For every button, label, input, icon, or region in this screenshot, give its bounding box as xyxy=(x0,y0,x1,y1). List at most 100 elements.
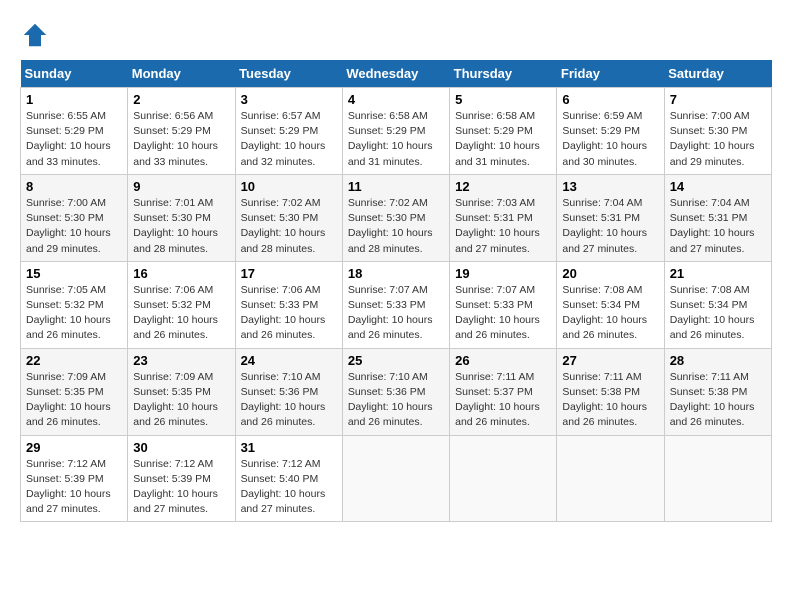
day-number: 2 xyxy=(133,92,229,107)
calendar-week-row: 15 Sunrise: 7:05 AMSunset: 5:32 PMDaylig… xyxy=(21,261,772,348)
calendar-cell: 25 Sunrise: 7:10 AMSunset: 5:36 PMDaylig… xyxy=(342,348,449,435)
calendar-cell xyxy=(557,435,664,522)
day-info: Sunrise: 7:11 AMSunset: 5:38 PMDaylight:… xyxy=(670,371,755,429)
day-number: 12 xyxy=(455,179,551,194)
day-info: Sunrise: 7:12 AMSunset: 5:39 PMDaylight:… xyxy=(133,458,218,516)
calendar-week-row: 29 Sunrise: 7:12 AMSunset: 5:39 PMDaylig… xyxy=(21,435,772,522)
calendar-cell: 28 Sunrise: 7:11 AMSunset: 5:38 PMDaylig… xyxy=(664,348,771,435)
header-monday: Monday xyxy=(128,60,235,88)
day-info: Sunrise: 6:55 AMSunset: 5:29 PMDaylight:… xyxy=(26,110,111,168)
page-header xyxy=(20,20,772,50)
calendar-cell: 2 Sunrise: 6:56 AMSunset: 5:29 PMDayligh… xyxy=(128,88,235,175)
day-info: Sunrise: 7:11 AMSunset: 5:38 PMDaylight:… xyxy=(562,371,647,429)
day-number: 23 xyxy=(133,353,229,368)
calendar-cell: 10 Sunrise: 7:02 AMSunset: 5:30 PMDaylig… xyxy=(235,174,342,261)
calendar-table: Sunday Monday Tuesday Wednesday Thursday… xyxy=(20,60,772,522)
day-info: Sunrise: 7:07 AMSunset: 5:33 PMDaylight:… xyxy=(348,284,433,342)
header-friday: Friday xyxy=(557,60,664,88)
day-info: Sunrise: 7:08 AMSunset: 5:34 PMDaylight:… xyxy=(670,284,755,342)
calendar-cell: 12 Sunrise: 7:03 AMSunset: 5:31 PMDaylig… xyxy=(450,174,557,261)
calendar-week-row: 8 Sunrise: 7:00 AMSunset: 5:30 PMDayligh… xyxy=(21,174,772,261)
calendar-cell: 29 Sunrise: 7:12 AMSunset: 5:39 PMDaylig… xyxy=(21,435,128,522)
calendar-cell: 11 Sunrise: 7:02 AMSunset: 5:30 PMDaylig… xyxy=(342,174,449,261)
day-info: Sunrise: 6:56 AMSunset: 5:29 PMDaylight:… xyxy=(133,110,218,168)
calendar-cell: 19 Sunrise: 7:07 AMSunset: 5:33 PMDaylig… xyxy=(450,261,557,348)
header-sunday: Sunday xyxy=(21,60,128,88)
calendar-cell xyxy=(342,435,449,522)
day-info: Sunrise: 7:08 AMSunset: 5:34 PMDaylight:… xyxy=(562,284,647,342)
day-info: Sunrise: 7:05 AMSunset: 5:32 PMDaylight:… xyxy=(26,284,111,342)
day-number: 6 xyxy=(562,92,658,107)
day-info: Sunrise: 7:00 AMSunset: 5:30 PMDaylight:… xyxy=(26,197,111,255)
logo-icon xyxy=(20,20,50,50)
day-number: 30 xyxy=(133,440,229,455)
day-info: Sunrise: 7:01 AMSunset: 5:30 PMDaylight:… xyxy=(133,197,218,255)
day-info: Sunrise: 7:09 AMSunset: 5:35 PMDaylight:… xyxy=(26,371,111,429)
day-number: 13 xyxy=(562,179,658,194)
calendar-cell: 22 Sunrise: 7:09 AMSunset: 5:35 PMDaylig… xyxy=(21,348,128,435)
calendar-cell: 21 Sunrise: 7:08 AMSunset: 5:34 PMDaylig… xyxy=(664,261,771,348)
day-info: Sunrise: 7:04 AMSunset: 5:31 PMDaylight:… xyxy=(670,197,755,255)
day-info: Sunrise: 6:59 AMSunset: 5:29 PMDaylight:… xyxy=(562,110,647,168)
logo xyxy=(20,20,52,50)
day-info: Sunrise: 7:10 AMSunset: 5:36 PMDaylight:… xyxy=(241,371,326,429)
day-info: Sunrise: 6:57 AMSunset: 5:29 PMDaylight:… xyxy=(241,110,326,168)
calendar-cell: 4 Sunrise: 6:58 AMSunset: 5:29 PMDayligh… xyxy=(342,88,449,175)
day-info: Sunrise: 7:06 AMSunset: 5:33 PMDaylight:… xyxy=(241,284,326,342)
day-info: Sunrise: 6:58 AMSunset: 5:29 PMDaylight:… xyxy=(455,110,540,168)
day-number: 18 xyxy=(348,266,444,281)
calendar-cell: 6 Sunrise: 6:59 AMSunset: 5:29 PMDayligh… xyxy=(557,88,664,175)
calendar-cell: 15 Sunrise: 7:05 AMSunset: 5:32 PMDaylig… xyxy=(21,261,128,348)
calendar-cell xyxy=(450,435,557,522)
day-number: 29 xyxy=(26,440,122,455)
day-number: 27 xyxy=(562,353,658,368)
calendar-cell: 26 Sunrise: 7:11 AMSunset: 5:37 PMDaylig… xyxy=(450,348,557,435)
day-number: 15 xyxy=(26,266,122,281)
day-number: 17 xyxy=(241,266,337,281)
calendar-cell: 30 Sunrise: 7:12 AMSunset: 5:39 PMDaylig… xyxy=(128,435,235,522)
calendar-cell: 24 Sunrise: 7:10 AMSunset: 5:36 PMDaylig… xyxy=(235,348,342,435)
calendar-cell: 31 Sunrise: 7:12 AMSunset: 5:40 PMDaylig… xyxy=(235,435,342,522)
day-info: Sunrise: 7:00 AMSunset: 5:30 PMDaylight:… xyxy=(670,110,755,168)
day-number: 5 xyxy=(455,92,551,107)
header-wednesday: Wednesday xyxy=(342,60,449,88)
calendar-cell: 17 Sunrise: 7:06 AMSunset: 5:33 PMDaylig… xyxy=(235,261,342,348)
day-number: 3 xyxy=(241,92,337,107)
day-info: Sunrise: 7:11 AMSunset: 5:37 PMDaylight:… xyxy=(455,371,540,429)
header-thursday: Thursday xyxy=(450,60,557,88)
day-info: Sunrise: 7:02 AMSunset: 5:30 PMDaylight:… xyxy=(348,197,433,255)
day-info: Sunrise: 7:04 AMSunset: 5:31 PMDaylight:… xyxy=(562,197,647,255)
day-info: Sunrise: 7:03 AMSunset: 5:31 PMDaylight:… xyxy=(455,197,540,255)
day-info: Sunrise: 7:12 AMSunset: 5:39 PMDaylight:… xyxy=(26,458,111,516)
header-saturday: Saturday xyxy=(664,60,771,88)
day-number: 28 xyxy=(670,353,766,368)
day-info: Sunrise: 7:10 AMSunset: 5:36 PMDaylight:… xyxy=(348,371,433,429)
calendar-cell: 27 Sunrise: 7:11 AMSunset: 5:38 PMDaylig… xyxy=(557,348,664,435)
day-number: 26 xyxy=(455,353,551,368)
day-number: 31 xyxy=(241,440,337,455)
day-number: 8 xyxy=(26,179,122,194)
calendar-cell: 20 Sunrise: 7:08 AMSunset: 5:34 PMDaylig… xyxy=(557,261,664,348)
calendar-cell: 8 Sunrise: 7:00 AMSunset: 5:30 PMDayligh… xyxy=(21,174,128,261)
day-number: 10 xyxy=(241,179,337,194)
calendar-week-row: 1 Sunrise: 6:55 AMSunset: 5:29 PMDayligh… xyxy=(21,88,772,175)
day-info: Sunrise: 7:02 AMSunset: 5:30 PMDaylight:… xyxy=(241,197,326,255)
calendar-cell: 5 Sunrise: 6:58 AMSunset: 5:29 PMDayligh… xyxy=(450,88,557,175)
calendar-cell: 7 Sunrise: 7:00 AMSunset: 5:30 PMDayligh… xyxy=(664,88,771,175)
day-info: Sunrise: 7:09 AMSunset: 5:35 PMDaylight:… xyxy=(133,371,218,429)
day-number: 19 xyxy=(455,266,551,281)
day-info: Sunrise: 6:58 AMSunset: 5:29 PMDaylight:… xyxy=(348,110,433,168)
calendar-cell: 1 Sunrise: 6:55 AMSunset: 5:29 PMDayligh… xyxy=(21,88,128,175)
day-number: 11 xyxy=(348,179,444,194)
day-number: 14 xyxy=(670,179,766,194)
day-number: 25 xyxy=(348,353,444,368)
day-number: 4 xyxy=(348,92,444,107)
calendar-cell: 14 Sunrise: 7:04 AMSunset: 5:31 PMDaylig… xyxy=(664,174,771,261)
day-info: Sunrise: 7:06 AMSunset: 5:32 PMDaylight:… xyxy=(133,284,218,342)
calendar-cell: 23 Sunrise: 7:09 AMSunset: 5:35 PMDaylig… xyxy=(128,348,235,435)
day-number: 1 xyxy=(26,92,122,107)
day-number: 24 xyxy=(241,353,337,368)
day-info: Sunrise: 7:12 AMSunset: 5:40 PMDaylight:… xyxy=(241,458,326,516)
calendar-cell: 18 Sunrise: 7:07 AMSunset: 5:33 PMDaylig… xyxy=(342,261,449,348)
day-number: 20 xyxy=(562,266,658,281)
